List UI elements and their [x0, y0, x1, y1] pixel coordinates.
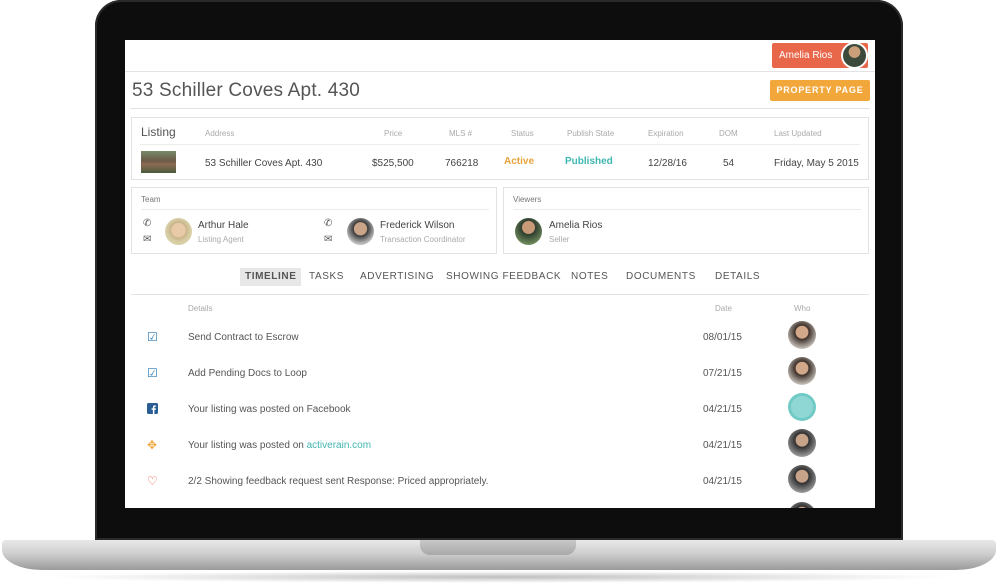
- listing-price: $525,500: [372, 158, 414, 169]
- avatar[interactable]: [788, 465, 816, 493]
- column-header-dom: DOM: [719, 129, 738, 138]
- timeline-date: 04/21/15: [703, 404, 742, 415]
- column-header-status: Status: [511, 129, 534, 138]
- checkbox-icon[interactable]: ☑: [147, 331, 158, 343]
- column-header-address: Address: [205, 129, 235, 138]
- heart-icon: ♡: [147, 474, 158, 488]
- timeline-detail: 2/2 Showing feedback request sent Respon…: [188, 476, 489, 487]
- team-member-name[interactable]: Frederick Wilson: [380, 220, 454, 231]
- divider: [130, 108, 870, 109]
- timeline-row[interactable]: ☑ Add Pending Docs to Loop 07/21/15: [125, 357, 875, 403]
- listing-last-updated: Friday, May 5 2015: [774, 158, 859, 169]
- team-member-name[interactable]: Arthur Hale: [198, 220, 249, 231]
- tab-bar: TIMELINE TASKS ADVERTISING SHOWING FEEDB…: [131, 268, 869, 294]
- timeline-detail: Your listing was posted on Facebook: [188, 404, 351, 415]
- column-header-mls: MLS #: [449, 129, 473, 138]
- facebook-icon: [147, 403, 158, 416]
- user-avatar[interactable]: [841, 42, 868, 69]
- timeline-row[interactable]: ☑ Send Contract to Escrow 08/01/15: [125, 321, 875, 367]
- listing-label: Listing: [141, 125, 176, 139]
- tab-showing-feedback[interactable]: SHOWING FEEDBACK: [441, 268, 566, 286]
- group-avatar[interactable]: [788, 393, 816, 421]
- user-name: Amelia Rios: [779, 50, 833, 61]
- laptop-notch: [420, 540, 576, 555]
- avatar[interactable]: [515, 218, 542, 245]
- viewers-title: Viewers: [513, 195, 542, 204]
- property-page-button[interactable]: PROPERTY PAGE: [770, 80, 870, 101]
- avatar[interactable]: [165, 218, 192, 245]
- timeline-row[interactable]: Your listing was posted on Facebook 04/2…: [125, 393, 875, 439]
- team-member-role: Transaction Coordinator: [380, 235, 466, 244]
- activerain-link[interactable]: activerain.com: [307, 440, 371, 451]
- timeline-detail: Your listing was posted on activerain.co…: [188, 440, 371, 451]
- tab-tasks[interactable]: TASKS: [304, 268, 349, 286]
- tab-advertising[interactable]: ADVERTISING: [355, 268, 439, 286]
- viewer-name[interactable]: Amelia Rios: [549, 220, 602, 231]
- top-bar: Amelia Rios: [125, 40, 875, 72]
- divider: [513, 209, 861, 210]
- listing-address[interactable]: 53 Schiller Coves Apt. 430: [205, 158, 322, 169]
- tab-documents[interactable]: DOCUMENTS: [621, 268, 701, 286]
- property-thumbnail[interactable]: [141, 151, 176, 173]
- divider: [140, 144, 860, 145]
- listing-expiration: 12/28/16: [648, 158, 687, 169]
- viewers-panel: Viewers Amelia Rios Seller: [503, 187, 869, 254]
- listing-status: Active: [504, 156, 535, 167]
- app-screen: Amelia Rios 53 Schiller Coves Apt. 430 P…: [125, 40, 875, 508]
- timeline-detail: Add Pending Docs to Loop: [188, 368, 307, 379]
- listing-panel: Listing Address Price MLS # Status Publi…: [131, 117, 869, 180]
- timeline-row[interactable]: ✥ Your listing was posted on activerain.…: [125, 429, 875, 475]
- divider: [141, 209, 489, 210]
- avatar[interactable]: [347, 218, 374, 245]
- tab-notes[interactable]: NOTES: [566, 268, 613, 286]
- avatar[interactable]: [788, 357, 816, 385]
- tab-timeline[interactable]: TIMELINE: [240, 268, 302, 286]
- listing-mls: 766218: [445, 158, 479, 169]
- team-title: Team: [141, 195, 161, 204]
- viewer-role: Seller: [549, 235, 570, 244]
- mail-icon[interactable]: ✉: [324, 235, 332, 245]
- column-header-price: Price: [384, 129, 403, 138]
- team-panel: Team ✆ ✉ Arthur Hale Listing Agent ✆ ✉ F…: [131, 187, 497, 254]
- phone-icon[interactable]: ✆: [324, 219, 332, 229]
- divider: [131, 294, 869, 295]
- avatar[interactable]: [788, 321, 816, 349]
- timeline-date: 04/21/15: [703, 476, 742, 487]
- timeline-date: 08/01/15: [703, 332, 742, 343]
- move-icon: ✥: [147, 438, 158, 452]
- timeline-date: 07/21/15: [703, 368, 742, 379]
- column-header-publish-state: Publish State: [567, 129, 615, 138]
- timeline-header-who: Who: [794, 304, 811, 313]
- tab-details[interactable]: DETAILS: [710, 268, 765, 286]
- mail-icon[interactable]: ✉: [143, 235, 151, 245]
- laptop-shadow: [40, 571, 958, 583]
- team-member-role: Listing Agent: [198, 235, 244, 244]
- timeline-header-date: Date: [715, 304, 732, 313]
- timeline-date: 04/21/15: [703, 440, 742, 451]
- timeline-detail: Send Contract to Escrow: [188, 332, 299, 343]
- column-header-last-updated: Last Updated: [774, 129, 822, 138]
- timeline-header-details: Details: [188, 304, 213, 313]
- listing-dom: 54: [723, 158, 735, 169]
- timeline-row[interactable]: ♡ 2/2 Showing feedback request sent Resp…: [125, 465, 875, 508]
- column-header-expiration: Expiration: [648, 129, 684, 138]
- page-title: 53 Schiller Coves Apt. 430: [132, 80, 361, 101]
- timeline-detail-text: Your listing was posted on: [188, 440, 307, 451]
- phone-icon[interactable]: ✆: [143, 219, 151, 229]
- listing-publish-state: Published: [565, 156, 613, 167]
- avatar[interactable]: [788, 429, 816, 457]
- checkbox-icon[interactable]: ☑: [147, 367, 158, 379]
